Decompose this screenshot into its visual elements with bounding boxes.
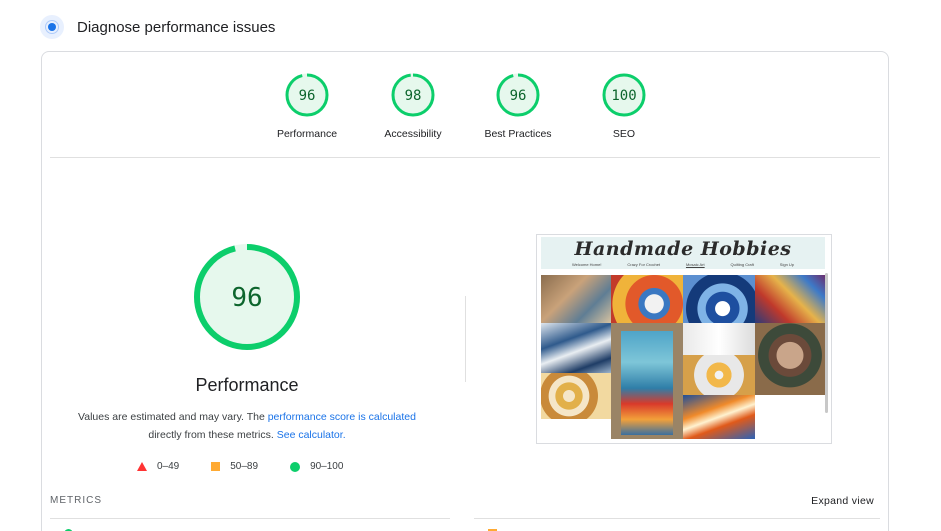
gauges-divider: [50, 157, 880, 158]
mosaic-image: [683, 323, 755, 355]
description-text: directly from these metrics.: [148, 429, 277, 441]
section-title: Diagnose performance issues: [77, 18, 276, 36]
blank-area: [541, 419, 611, 439]
gauge-label: SEO: [612, 128, 636, 140]
gauge-label: Best Practices: [484, 128, 552, 140]
gauge-score: 98: [405, 88, 422, 104]
gauge-score: 96: [299, 88, 316, 104]
mosaic-image: [611, 275, 683, 323]
screenshot-site-header: Handmade Hobbies Welcome Home! Crazy For…: [541, 237, 825, 269]
legend-range: 90–100: [310, 461, 344, 472]
metrics-divider-left: [50, 518, 450, 519]
gauge-seo-ring: 100: [602, 73, 646, 117]
triangle-icon: [137, 462, 147, 471]
expand-view-button[interactable]: Expand view: [811, 495, 874, 507]
gauge-performance[interactable]: 96 Performance: [252, 72, 362, 140]
gauge-accessibility-ring: 98: [391, 73, 435, 117]
lighthouse-report-card: 96 Performance 98 Accessibility 96 Best …: [41, 51, 889, 531]
gauge-label: Performance: [276, 128, 338, 140]
gauge-score: 96: [510, 88, 527, 104]
gauge-best-practices-ring: 96: [496, 73, 540, 117]
mosaic-image: [683, 275, 755, 323]
section-header: Diagnose performance issues: [40, 14, 275, 40]
legend-fail: 0–49: [137, 461, 179, 472]
performance-gauge-large: 96: [194, 244, 300, 350]
see-calculator-link[interactable]: See calculator.: [277, 429, 346, 441]
gauge-seo[interactable]: 100 SEO: [569, 72, 679, 140]
legend-range: 50–89: [230, 461, 259, 472]
gauge-score: 100: [611, 88, 636, 104]
vertical-divider: [465, 296, 466, 382]
mosaic-image: [541, 373, 611, 419]
score-legend: 0–49 50–89 90–100: [137, 461, 375, 472]
screenshot-nav-item: Crazy For Crochet: [627, 262, 661, 267]
screenshot-nav-item: Welcome Home!: [571, 262, 602, 267]
screenshot-nav-item: Quilting Craft: [730, 262, 754, 267]
mosaic-image: [541, 323, 611, 373]
score-calculated-link[interactable]: performance score is calculated: [268, 411, 416, 423]
screenshot-scrollbar[interactable]: [825, 273, 828, 413]
gauge-label: Accessibility: [384, 128, 442, 140]
mosaic-image: [755, 275, 825, 323]
mosaic-image: [755, 323, 825, 395]
description-text: Values are estimated and may vary. The: [78, 411, 268, 423]
performance-description: Values are estimated and may vary. The p…: [62, 408, 432, 444]
blank-area: [755, 395, 825, 439]
screenshot-site-title: Handmade Hobbies: [574, 238, 792, 260]
performance-score: 96: [231, 283, 262, 313]
screenshot-nav-item: Mosaic Art: [685, 262, 705, 267]
metrics-heading: METRICS: [50, 495, 102, 506]
mosaic-image: [621, 331, 673, 435]
diagnose-icon: [40, 15, 64, 39]
square-icon: [211, 462, 221, 471]
metrics-divider-right: [474, 518, 880, 519]
legend-average: 50–89: [211, 461, 258, 472]
gauge-accessibility[interactable]: 98 Accessibility: [358, 72, 468, 140]
screenshot-nav-item: Sign Up: [779, 262, 795, 267]
final-screenshot[interactable]: Handmade Hobbies Welcome Home! Crazy For…: [536, 234, 832, 444]
performance-title: Performance: [195, 375, 299, 395]
mosaic-image: [683, 395, 755, 439]
screenshot-image-grid: [541, 275, 825, 439]
screenshot-site-nav: Welcome Home! Crazy For Crochet Mosaic A…: [541, 262, 825, 267]
gauge-performance-ring: 96: [285, 73, 329, 117]
legend-range: 0–49: [157, 461, 180, 472]
mosaic-image: [541, 275, 611, 323]
mosaic-image: [683, 355, 755, 395]
circle-icon: [290, 461, 301, 472]
gauge-best-practices[interactable]: 96 Best Practices: [463, 72, 573, 140]
legend-pass: 90–100: [290, 461, 343, 472]
category-gauges: 96 Performance 98 Accessibility 96 Best …: [42, 72, 888, 152]
